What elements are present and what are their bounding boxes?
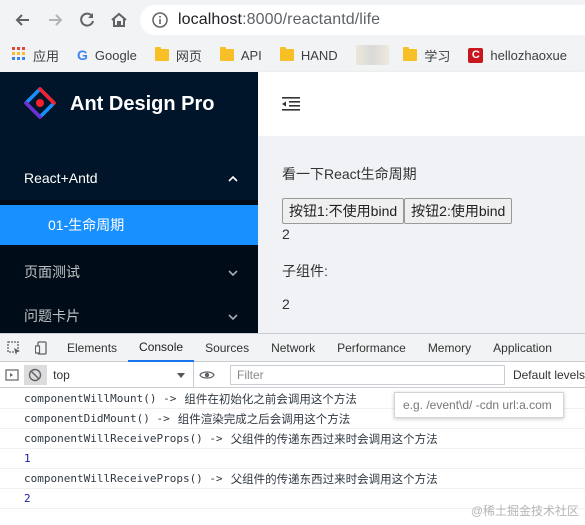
app-header (258, 72, 585, 136)
bookmark-label: 学习 (424, 48, 451, 64)
csdn-icon: C (468, 47, 484, 63)
child-component-label: 子组件: (282, 263, 328, 279)
button-group: 按钮1:不使用bind 按钮2:使用bind (282, 198, 513, 224)
blurred-bookmark (355, 45, 390, 65)
console-message: componentWillReceiveProps() -> 父组件的传递东西过… (0, 429, 585, 449)
page-heading: 看一下React生命周期 (282, 166, 417, 182)
log-code: componentWillReceiveProps() -> (24, 432, 223, 445)
menu-item-label: 01-生命周期 (48, 217, 125, 233)
filter-placeholder: Filter (237, 367, 264, 382)
folder-icon (154, 47, 169, 61)
logo[interactable]: Ant Design Pro (0, 72, 258, 136)
main-content: 看一下React生命周期 按钮1:不使用bind 按钮2:使用bind 2 子组… (258, 136, 585, 333)
menu-item-label: 问题卡片 (24, 308, 80, 324)
sidebar-toggle-icon[interactable] (0, 361, 24, 389)
menu-item-issue-card[interactable]: 问题卡片 (0, 294, 258, 338)
bookmark-folder-api[interactable]: API (219, 47, 262, 63)
context-select[interactable]: top (47, 361, 195, 388)
tab-performance[interactable]: Performance (326, 334, 417, 362)
bookmark-google[interactable]: G Google (77, 47, 137, 63)
bookmarks-bar: 应用 G Google 网页 API HAND 学习 C hellozhaoxu… (0, 40, 585, 70)
tab-application[interactable]: Application (482, 334, 563, 362)
google-icon: G (77, 47, 88, 63)
console-message: 1 (0, 449, 585, 469)
bookmark-folder-web[interactable]: 网页 (154, 46, 202, 65)
watermark: @稀土掘金技术社区 (470, 504, 579, 518)
tab-sources[interactable]: Sources (194, 334, 260, 362)
folder-icon (403, 47, 418, 61)
submenu-react-antd[interactable]: React+Antd (0, 156, 258, 200)
tab-memory[interactable]: Memory (417, 334, 482, 362)
bookmark-label: 网页 (175, 48, 202, 64)
dropdown-arrow-icon (177, 372, 186, 378)
info-icon[interactable] (152, 12, 168, 28)
log-code: componentWillMount() -> (24, 392, 177, 405)
log-value: 1 (24, 452, 31, 465)
menu-item-lifecycle[interactable]: 01-生命周期 (0, 205, 258, 245)
apps-grid-icon (12, 46, 26, 64)
browser-nav-bar: localhost:8000/reactantd/life (0, 0, 585, 40)
devtools-panel: Elements Console Sources Network Perform… (0, 333, 585, 525)
menu-item-page-test[interactable]: 页面测试 (0, 250, 258, 294)
bookmark-apps[interactable]: 应用 (12, 46, 59, 65)
devtools-tab-bar: Elements Console Sources Network Perform… (0, 334, 585, 362)
clear-console-icon[interactable] (23, 364, 48, 385)
bookmark-label: hellozhaoxue (490, 47, 567, 63)
bookmark-label: HAND (300, 47, 338, 63)
button-with-bind[interactable]: 按钮2:使用bind (404, 198, 513, 224)
console-message: componentWillReceiveProps() -> 父组件的传递东西过… (0, 469, 585, 489)
home-icon[interactable] (108, 9, 130, 31)
log-code: componentWillReceiveProps() -> (24, 472, 223, 485)
console-filter-input[interactable]: Filter (230, 364, 505, 385)
log-code: componentDidMount() -> (24, 412, 170, 425)
chevron-up-icon (228, 171, 238, 187)
tab-network[interactable]: Network (260, 334, 326, 362)
folder-icon (219, 47, 234, 61)
log-levels-select[interactable]: Default levels (513, 368, 585, 382)
child-count-value: 2 (282, 296, 290, 312)
console-toolbar: top Filter Default levels (0, 361, 585, 389)
device-toolbar-icon[interactable] (28, 334, 56, 362)
count-value: 2 (282, 226, 290, 242)
ant-design-logo-icon (24, 86, 56, 122)
back-arrow-icon[interactable] (12, 9, 34, 31)
logo-title: Ant Design Pro (70, 92, 215, 115)
bookmark-csdn[interactable]: C hellozhaoxue (468, 47, 567, 63)
chevron-down-icon (228, 265, 238, 281)
tab-console[interactable]: Console (128, 334, 195, 362)
log-note: 父组件的传递东西过来时会调用这个方法 (230, 431, 438, 446)
bookmark-label: Google (94, 47, 137, 63)
menu-item-label: 页面测试 (24, 264, 80, 280)
context-value: top (53, 367, 70, 382)
menu-fold-icon[interactable] (282, 96, 300, 115)
log-note: 组件渲染完成之后会调用这个方法 (177, 411, 351, 426)
url-text: localhost:8000/reactantd/life (178, 11, 381, 28)
filter-tooltip: e.g. /event\d/ -cdn url:a.com (394, 392, 564, 418)
bookmark-label: API (240, 47, 262, 63)
bookmark-folder-hand[interactable]: HAND (279, 47, 338, 63)
chevron-down-icon (228, 309, 238, 325)
button-without-bind[interactable]: 按钮1:不使用bind (282, 198, 405, 224)
bookmark-folder-study[interactable]: 学习 (403, 46, 450, 65)
submenu-label: React+Antd (24, 170, 98, 186)
browser-chrome: localhost:8000/reactantd/life 应用 G Googl… (0, 0, 585, 72)
inspect-element-icon[interactable] (0, 334, 28, 362)
eye-icon[interactable] (194, 361, 220, 389)
address-bar[interactable]: localhost:8000/reactantd/life (140, 5, 585, 35)
forward-arrow-icon[interactable] (44, 9, 66, 31)
log-note: 父组件的传递东西过来时会调用这个方法 (230, 471, 438, 486)
log-value: 2 (24, 492, 31, 505)
bookmark-label: 应用 (33, 48, 60, 64)
log-note: 组件在初始化之前会调用这个方法 (184, 391, 357, 406)
tab-elements[interactable]: Elements (56, 334, 128, 362)
sidebar: Ant Design Pro React+Antd 01-生命周期 页面测试 问… (0, 72, 258, 374)
folder-icon (279, 47, 294, 61)
reload-icon[interactable] (76, 9, 98, 31)
